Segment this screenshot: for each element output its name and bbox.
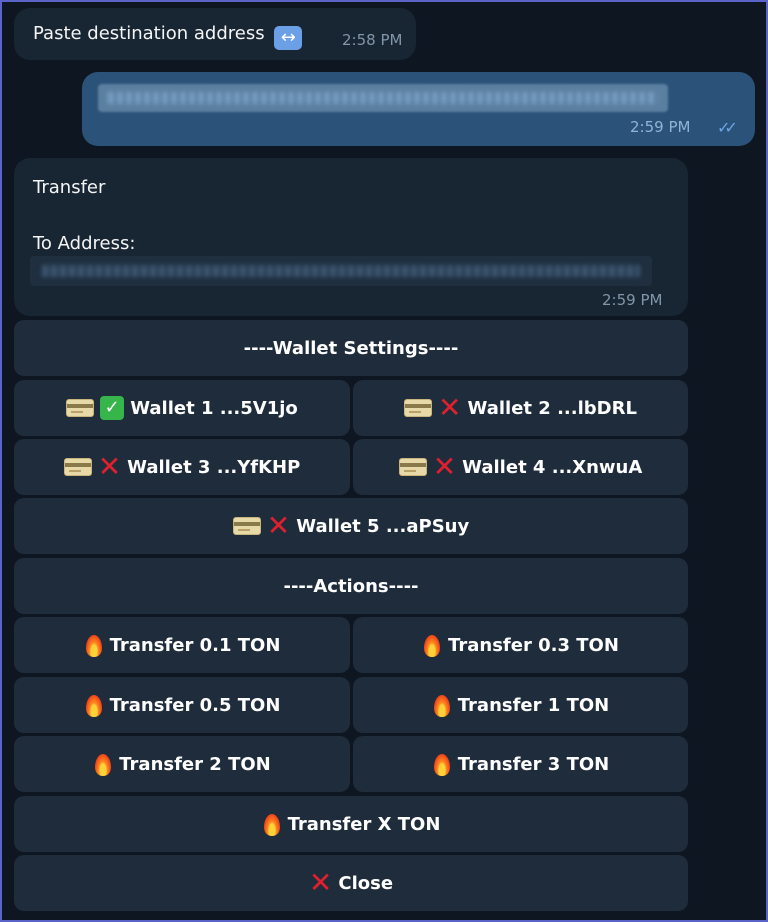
credit-card-icon	[398, 458, 427, 476]
credit-card-icon	[66, 399, 95, 417]
wallet-settings-button[interactable]: ----Wallet Settings----	[14, 320, 688, 376]
message-time: 2:58 PM	[342, 31, 403, 49]
transfer-0-1-button[interactable]: Transfer 0.1 TON	[14, 617, 350, 673]
button-label: Close	[338, 872, 394, 894]
button-label: Wallet 4 ...XnwuA	[462, 456, 643, 478]
fire-icon	[84, 632, 104, 658]
credit-card-icon	[404, 399, 433, 417]
transfer-0-3-button[interactable]: Transfer 0.3 TON	[353, 617, 688, 673]
credit-card-icon	[63, 458, 92, 476]
wallet-3-button[interactable]: ✕ Wallet 3 ...YfKHP	[14, 439, 350, 495]
wallet-1-button[interactable]: ✓ Wallet 1 ...5V1jo	[14, 380, 350, 436]
message-text: Paste destination address ↔	[33, 23, 303, 50]
credit-card-icon	[232, 517, 261, 535]
left-right-arrow-icon: ↔	[274, 26, 303, 50]
message-address-sent: 2:59 PM ✓✓	[82, 72, 755, 146]
fire-icon	[432, 692, 452, 718]
fire-icon	[432, 751, 452, 777]
button-label: Transfer 0.3 TON	[448, 634, 619, 656]
button-label: Transfer 0.1 TON	[109, 634, 281, 656]
transfer-x-button[interactable]: Transfer X TON	[14, 796, 688, 852]
to-address-label: To Address:	[33, 233, 136, 254]
fire-icon	[84, 692, 104, 718]
actions-button[interactable]: ----Actions----	[14, 558, 688, 614]
transfer-3-button[interactable]: Transfer 3 TON	[353, 736, 688, 792]
message-paste-prompt: Paste destination address ↔ 2:58 PM	[14, 8, 416, 60]
button-label: ----Wallet Settings----	[243, 337, 459, 359]
close-button[interactable]: ✕ Close	[14, 855, 688, 911]
button-label: Transfer 2 TON	[119, 753, 271, 775]
button-label: Wallet 2 ...lbDRL	[467, 397, 637, 419]
wallet-2-button[interactable]: ✕ Wallet 2 ...lbDRL	[353, 380, 688, 436]
button-label: Wallet 1 ...5V1jo	[130, 397, 298, 419]
button-label: Wallet 5 ...aPSuy	[296, 515, 470, 537]
button-label: Transfer 0.5 TON	[109, 694, 281, 716]
message-time: 2:59 PM	[630, 118, 691, 136]
button-label: Transfer 3 TON	[457, 753, 610, 775]
transfer-0-5-button[interactable]: Transfer 0.5 TON	[14, 677, 350, 733]
button-label: Transfer 1 TON	[457, 694, 610, 716]
check-mark-icon: ✓	[100, 396, 125, 420]
cross-mark-icon: ✕	[97, 450, 122, 483]
fire-icon	[422, 632, 442, 658]
message-transfer: Transfer To Address: 2:59 PM	[14, 158, 688, 316]
button-label: Transfer X TON	[287, 813, 441, 835]
cross-mark-icon: ✕	[308, 866, 333, 899]
transfer-2-button[interactable]: Transfer 2 TON	[14, 736, 350, 792]
wallet-5-button[interactable]: ✕ Wallet 5 ...aPSuy	[14, 498, 688, 554]
button-label: ----Actions----	[283, 575, 419, 597]
fire-icon	[262, 811, 282, 837]
cross-mark-icon: ✕	[266, 509, 291, 542]
cross-mark-icon: ✕	[432, 450, 457, 483]
transfer-title: Transfer	[33, 177, 106, 198]
blurred-address	[98, 84, 668, 112]
blurred-address	[30, 256, 652, 286]
wallet-4-button[interactable]: ✕ Wallet 4 ...XnwuA	[353, 439, 688, 495]
message-time: 2:59 PM	[602, 291, 663, 309]
transfer-1-button[interactable]: Transfer 1 TON	[353, 677, 688, 733]
fire-icon	[93, 751, 113, 777]
double-check-icon: ✓✓	[717, 118, 738, 137]
cross-mark-icon: ✕	[438, 391, 462, 424]
button-label: Wallet 3 ...YfKHP	[127, 456, 301, 478]
